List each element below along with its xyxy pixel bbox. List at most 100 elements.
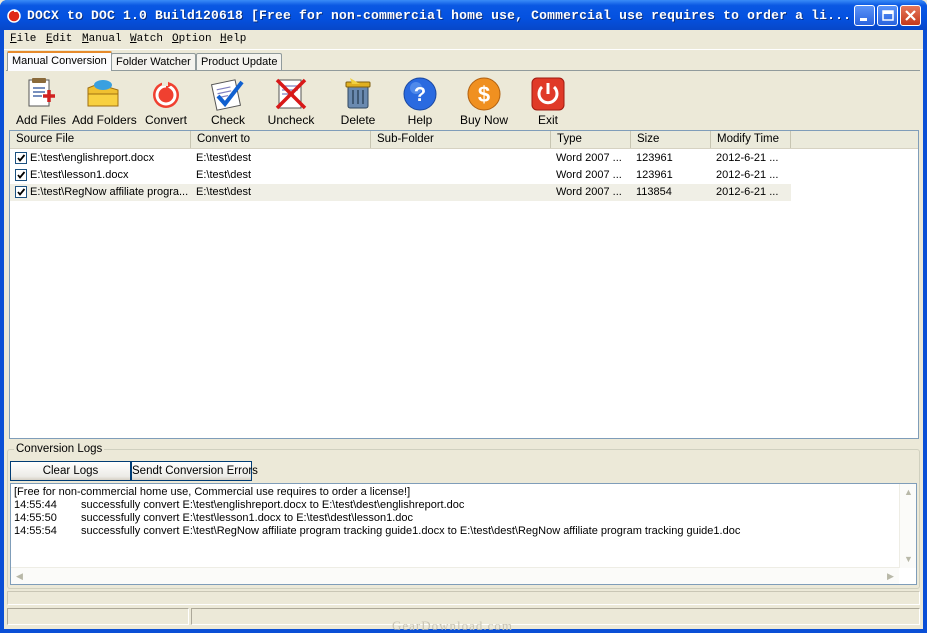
cell-source: E:\test\RegNow affiliate progra... xyxy=(30,186,189,198)
menu-edit[interactable]: Edit xyxy=(46,33,72,45)
log-textarea[interactable]: [Free for non-commercial home use, Comme… xyxy=(10,483,917,585)
dollar-icon: $ xyxy=(467,77,501,111)
progress-bar xyxy=(7,591,920,605)
scroll-left-icon[interactable]: ◀ xyxy=(11,568,28,584)
column-sub-folder[interactable]: Sub-Folder xyxy=(371,131,551,148)
log-horizontal-scrollbar[interactable]: ◀ ▶ xyxy=(11,567,899,584)
convert-button[interactable]: Convert xyxy=(138,74,194,130)
title-bar[interactable]: DOCX to DOC 1.0 Build120618 [Free for no… xyxy=(0,0,927,30)
cell-modified: 2012-6-21 ... xyxy=(716,169,779,181)
help-label: Help xyxy=(407,113,433,127)
menu-edit-label: Edit xyxy=(46,33,73,45)
menu-option[interactable]: Option xyxy=(172,33,212,45)
cell-modified: 2012-6-21 ... xyxy=(716,152,779,164)
tab-divider xyxy=(6,70,920,71)
cell-convert-to: E:\test\dest xyxy=(196,152,252,164)
trash-icon xyxy=(345,78,371,109)
log-vertical-scrollbar[interactable]: ▲ ▼ xyxy=(899,484,916,568)
row-checkbox[interactable] xyxy=(15,186,27,198)
tab-product-update[interactable]: Product Update xyxy=(196,53,283,71)
buy-now-button[interactable]: $ Buy Now xyxy=(454,74,514,130)
maximize-icon xyxy=(882,10,894,21)
column-source-file[interactable]: Source File xyxy=(10,131,191,148)
log-message: successfully convert E:\test\lesson1.doc… xyxy=(81,512,413,524)
window-title: DOCX to DOC 1.0 Build120618 [Free for no… xyxy=(27,8,852,23)
tab-label: Folder Watcher xyxy=(116,56,191,68)
menu-option-label: Option xyxy=(172,33,212,45)
add-folders-button[interactable]: Add Folders xyxy=(72,74,137,130)
cell-convert-to: E:\test\dest xyxy=(196,186,252,198)
app-window: DOCX to DOC 1.0 Build120618 [Free for no… xyxy=(0,0,927,633)
table-row[interactable]: E:\test\englishreport.docx E:\test\dest … xyxy=(10,150,791,167)
svg-text:$: $ xyxy=(478,82,490,107)
exit-label: Exit xyxy=(537,113,558,127)
log-entry: 14:55:54 successfully convert E:\test\Reg… xyxy=(14,525,740,537)
tab-label: Product Update xyxy=(201,56,278,68)
file-list[interactable]: Source File Convert to Sub-Folder Type S… xyxy=(9,130,919,439)
cell-type: Word 2007 ... xyxy=(556,169,622,181)
minimize-icon xyxy=(860,18,867,21)
table-row[interactable]: E:\test\lesson1.docx E:\test\dest Word 2… xyxy=(10,167,791,184)
tab-label: Manual Conversion xyxy=(12,55,107,67)
uncheck-icon xyxy=(275,78,307,110)
cell-source: E:\test\englishreport.docx xyxy=(30,152,155,164)
maximize-button[interactable] xyxy=(877,5,898,26)
cell-type: Word 2007 ... xyxy=(556,186,622,198)
checkmark-icon xyxy=(17,154,26,162)
menu-help[interactable]: Help xyxy=(220,33,246,45)
table-row[interactable]: E:\test\RegNow affiliate progra... E:\te… xyxy=(10,184,791,201)
help-button[interactable]: ? Help xyxy=(390,74,450,130)
tab-manual-conversion[interactable]: Manual Conversion xyxy=(7,51,112,71)
delete-button[interactable]: Delete xyxy=(328,74,388,130)
check-icon xyxy=(210,79,244,111)
scroll-down-icon[interactable]: ▼ xyxy=(900,551,916,568)
checkmark-icon xyxy=(17,171,26,179)
cell-size: 123961 xyxy=(636,152,673,164)
row-checkbox[interactable] xyxy=(15,152,27,164)
client-area: File Edit Manual Watch Option Help Manua… xyxy=(4,30,923,633)
checkmark-icon xyxy=(17,188,26,196)
exit-button[interactable]: Exit xyxy=(518,74,578,130)
menu-file[interactable]: File xyxy=(10,33,36,45)
add-files-icon xyxy=(28,78,55,107)
minimize-button[interactable] xyxy=(854,5,875,26)
add-files-label: Add Files xyxy=(15,113,67,127)
menu-file-label: File xyxy=(10,33,37,45)
menu-bar: File Edit Manual Watch Option Help xyxy=(4,30,923,50)
row-checkbox[interactable] xyxy=(15,169,27,181)
column-type[interactable]: Type xyxy=(551,131,631,148)
column-convert-to[interactable]: Convert to xyxy=(191,131,371,148)
menu-manual-label: Manual xyxy=(82,33,122,45)
power-icon xyxy=(531,77,565,111)
svg-text:?: ? xyxy=(414,84,426,106)
log-message: successfully convert E:\test\englishrepo… xyxy=(81,499,465,511)
cell-source: E:\test\lesson1.docx xyxy=(30,169,129,181)
status-panel-right xyxy=(191,608,920,625)
convert-icon xyxy=(153,80,179,108)
close-button[interactable] xyxy=(900,5,921,26)
uncheck-button[interactable]: Uncheck xyxy=(262,74,320,130)
column-modify-time[interactable]: Modify Time xyxy=(711,131,791,148)
menu-watch-label: Watch xyxy=(130,33,164,45)
cell-size: 123961 xyxy=(636,169,673,181)
log-header-line: [Free for non-commercial home use, Comme… xyxy=(14,486,411,498)
log-time: 14:55:50 xyxy=(14,512,57,524)
status-panel-left xyxy=(7,608,189,625)
cell-type: Word 2007 ... xyxy=(556,152,622,164)
cell-modified: 2012-6-21 ... xyxy=(716,186,779,198)
check-button[interactable]: Check xyxy=(200,74,256,130)
menu-watch[interactable]: Watch xyxy=(130,33,163,45)
log-entry: 14:55:50 successfully convert E:\test\les… xyxy=(14,512,413,524)
scroll-right-icon[interactable]: ▶ xyxy=(882,568,899,584)
delete-label: Delete xyxy=(340,113,376,127)
send-conversion-errors-button[interactable]: Sendt Conversion Errors xyxy=(131,461,258,481)
scroll-up-icon[interactable]: ▲ xyxy=(900,484,916,501)
close-icon xyxy=(905,10,916,21)
tab-folder-watcher[interactable]: Folder Watcher xyxy=(111,53,196,71)
file-list-header: Source File Convert to Sub-Folder Type S… xyxy=(10,131,918,149)
add-files-button[interactable]: Add Files xyxy=(10,74,72,130)
clear-logs-button[interactable]: Clear Logs xyxy=(10,461,131,481)
log-entry: 14:55:44 successfully convert E:\test\eng… xyxy=(14,499,464,511)
menu-manual[interactable]: Manual xyxy=(82,33,122,45)
column-size[interactable]: Size xyxy=(631,131,711,148)
